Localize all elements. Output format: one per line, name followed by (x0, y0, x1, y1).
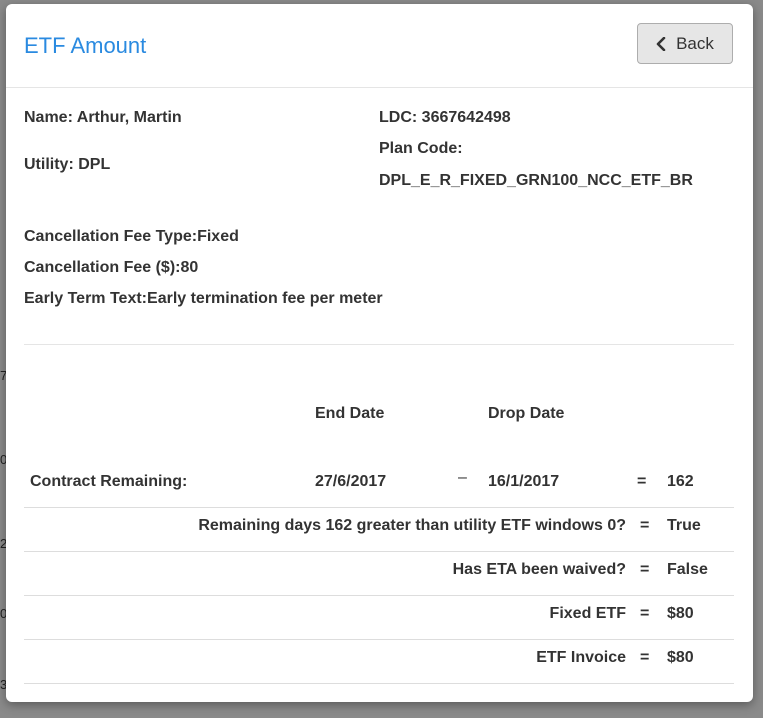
end-date-header: End Date (315, 405, 385, 422)
etf-amount-modal: ETF Amount Back Name: Arthur, Martin Uti… (6, 4, 753, 702)
end-date-value: 27/6/2017 (315, 473, 387, 490)
early-term-value: Early termination fee per meter (147, 290, 383, 307)
etf-window-check-label: Remaining days 162 greater than utility … (198, 517, 626, 534)
modal-title: ETF Amount (24, 33, 147, 58)
etf-invoice-label: ETF Invoice (536, 649, 626, 666)
equals-sign: = (640, 561, 650, 578)
customer-utility: Utility: DPL (24, 156, 110, 174)
equals-sign: = (637, 473, 647, 490)
cancellation-fee: Cancellation Fee ($):80 (24, 259, 198, 277)
early-term-text: Early Term Text:Early termination fee pe… (24, 290, 383, 308)
plan-code-label: Plan Code: (379, 140, 463, 157)
row-divider (24, 683, 734, 684)
back-button[interactable]: Back (637, 23, 733, 64)
row-divider (24, 551, 734, 552)
utility-label: Utility: (24, 156, 74, 173)
fixed-etf-label: Fixed ETF (549, 605, 626, 622)
cancellation-fee-type: Cancellation Fee Type:Fixed (24, 228, 239, 246)
ldc-label: LDC: (379, 109, 418, 126)
back-button-label: Back (676, 33, 714, 53)
contract-remaining-label: Contract Remaining: (30, 473, 188, 490)
ldc-value: 3667642498 (421, 109, 511, 126)
row-divider (24, 507, 734, 508)
equals-sign: = (640, 605, 650, 622)
fee-amount-label: Cancellation Fee ($): (24, 259, 181, 276)
customer-name: Name: Arthur, Martin (24, 109, 182, 127)
fixed-etf-value: $80 (667, 605, 694, 622)
waived-value: False (667, 561, 708, 578)
early-term-label: Early Term Text: (24, 290, 148, 307)
remaining-days-value: 162 (667, 473, 694, 490)
name-label: Name: (24, 109, 73, 126)
etf-invoice-value: $80 (667, 649, 694, 666)
chevron-left-icon (656, 36, 666, 51)
row-divider (24, 595, 734, 596)
utility-value: DPL (78, 156, 111, 173)
equals-sign: = (640, 649, 650, 666)
fee-type-label: Cancellation Fee Type: (24, 228, 198, 245)
plan-code-value: DPL_E_R_FIXED_GRN100_NCC_ETF_BR (379, 172, 693, 189)
drop-date-header: Drop Date (488, 405, 565, 422)
modal-header: ETF Amount Back (6, 4, 753, 88)
row-divider (24, 639, 734, 640)
minus-sign: – (458, 469, 467, 486)
divider (24, 344, 734, 345)
customer-ldc: LDC: 3667642498 (379, 109, 511, 127)
fee-amount-value: 80 (180, 259, 199, 276)
equals-sign: = (640, 517, 650, 534)
name-value: Arthur, Martin (76, 109, 182, 126)
waived-label: Has ETA been waived? (452, 561, 626, 578)
etf-window-check-value: True (667, 517, 701, 534)
fee-type-value: Fixed (197, 228, 239, 245)
drop-date-value: 16/1/2017 (488, 473, 560, 490)
